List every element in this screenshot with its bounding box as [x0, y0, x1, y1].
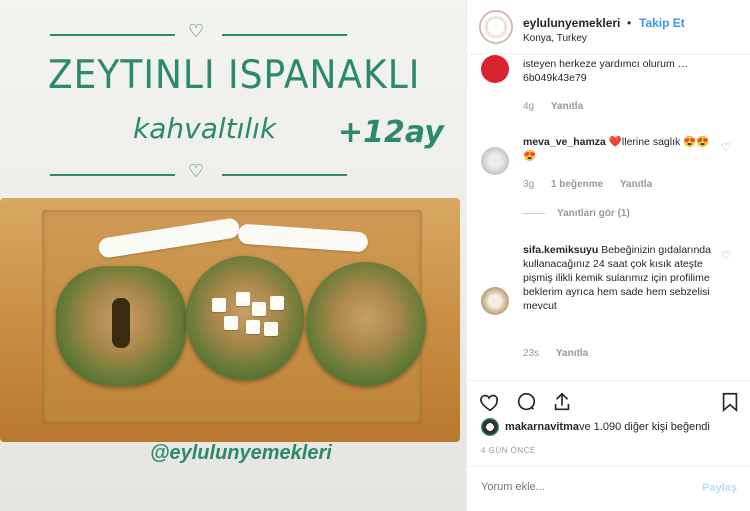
likes-count[interactable]: ve 1.090 diğer kişi beğendi: [579, 421, 710, 433]
follow-button[interactable]: Takip Et: [639, 16, 685, 30]
comment-like-icon[interactable]: ♡: [721, 249, 731, 262]
comment-avatar[interactable]: [481, 55, 509, 83]
post-header: eylulunyemekleri • Takip Et Konya, Turke…: [467, 0, 750, 55]
muffin: [306, 262, 426, 386]
cheese-cube: [246, 320, 260, 334]
comment-avatar[interactable]: [481, 287, 509, 315]
muffin-cut: [112, 298, 130, 348]
post-comment-button[interactable]: Paylaş: [702, 482, 737, 494]
photo-subtitle: kahvaltılık: [133, 112, 277, 145]
decor-line: [222, 34, 347, 36]
comment-meta: 3g 1 beğenme Yanıtla: [523, 179, 666, 190]
comment-like-icon[interactable]: ♡: [721, 141, 731, 154]
comment-age: 3g: [523, 179, 535, 190]
action-bar: [467, 380, 750, 420]
cheese-cube: [212, 298, 226, 312]
decor-line: [50, 34, 175, 36]
post-image[interactable]: ♡ ZEYTINLI ISPANAKLI kahvaltılık +12ay ♡…: [0, 0, 466, 511]
photo-handle: @eylulunyemekleri: [150, 442, 332, 464]
cheese-cube: [270, 296, 284, 310]
instagram-post: ♡ ZEYTINLI ISPANAKLI kahvaltılık +12ay ♡…: [0, 0, 750, 511]
comment-username[interactable]: sifa.kemiksuyu: [523, 244, 598, 256]
reply-button[interactable]: Yanıtla: [556, 348, 588, 359]
post-time: 4 GÜN ÖNCE: [481, 446, 536, 455]
add-comment-bar: Paylaş: [467, 466, 750, 511]
comment-icon[interactable]: [515, 391, 537, 413]
comment-meta: 4g Yanıtla: [523, 101, 597, 112]
post-username[interactable]: eylulunyemekleri: [523, 16, 620, 30]
comment-age: 4g: [523, 101, 535, 112]
view-replies-button[interactable]: Yanıtları gör (1): [523, 208, 630, 219]
photo-title: ZEYTINLI ISPANAKLI: [48, 52, 421, 99]
heart-icon[interactable]: [479, 391, 501, 413]
comment-body: meva_ve_hamza ❤️llerine saglık 😍😍😍: [523, 135, 713, 163]
cheese-cube: [264, 322, 278, 336]
likes-summary[interactable]: makarnavitma ve 1.090 diğer kişi beğendi: [481, 418, 710, 436]
cheese-cube: [224, 316, 238, 330]
decor-line: [50, 174, 175, 176]
separator: •: [627, 16, 632, 30]
bookmark-icon[interactable]: [719, 391, 741, 413]
location-link[interactable]: Konya, Turkey: [523, 33, 587, 44]
heart-decor-icon: ♡: [188, 161, 205, 181]
comment-meta: 23s Yanıtla: [523, 348, 602, 359]
muffin-with-cheese: [186, 256, 304, 380]
share-icon[interactable]: [551, 391, 573, 413]
reply-button[interactable]: Yanıtla: [551, 101, 583, 112]
cheese-cube: [252, 302, 266, 316]
comment-avatar[interactable]: [481, 147, 509, 175]
reply-button[interactable]: Yanıtla: [620, 179, 652, 190]
cheese-cube: [236, 292, 250, 306]
heart-decor-icon: ♡: [188, 21, 205, 41]
comment-likes[interactable]: 1 beğenme: [551, 179, 603, 190]
liker-username[interactable]: makarnavitma: [505, 421, 579, 433]
avatar[interactable]: [479, 10, 513, 44]
post-panel: eylulunyemekleri • Takip Et Konya, Turke…: [466, 0, 750, 511]
liker-avatar: [481, 418, 499, 436]
comment-body: sifa.kemiksuyu Bebeğinizin gıdalarında k…: [523, 243, 713, 313]
comment-username[interactable]: meva_ve_hamza: [523, 136, 606, 148]
comment-age: 23s: [523, 348, 540, 359]
comment-text: isteyen herkeze yardımcı olurum … 6b049k…: [523, 58, 689, 84]
decor-line: [222, 174, 347, 176]
age-tag: +12ay: [338, 115, 444, 150]
replies-divider: [523, 212, 545, 214]
comment-input[interactable]: [481, 481, 681, 493]
comments-list[interactable]: isteyen herkeze yardımcı olurum … 6b049k…: [467, 55, 750, 380]
